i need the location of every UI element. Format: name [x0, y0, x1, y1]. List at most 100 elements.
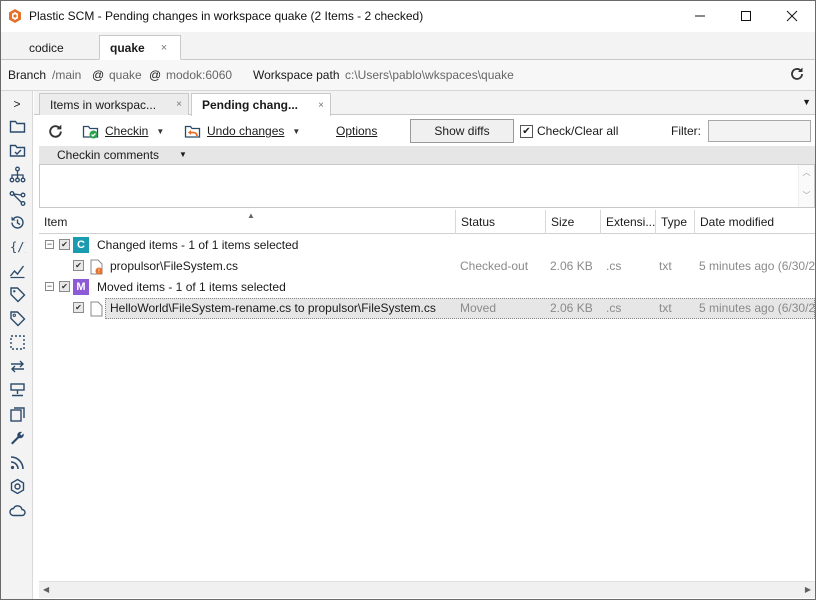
options-button[interactable]: Options [336, 119, 377, 143]
sidebar-item-workspace-explorer[interactable] [7, 116, 27, 136]
options-label: Options [336, 124, 378, 138]
undo-changes-button[interactable]: Undo changes ▼ [184, 119, 300, 143]
sidebar-item-shelves[interactable] [7, 332, 27, 352]
changed-badge-icon: C [73, 237, 89, 253]
sidebar-item-labels[interactable] [7, 284, 27, 304]
workspace-tab-label: quake [110, 40, 145, 55]
collapse-icon[interactable]: − [45, 282, 54, 291]
group-row-moved[interactable]: − ✔ M Moved items - 1 of 1 items selecte… [39, 277, 815, 298]
tag-outline-icon [9, 310, 25, 326]
workspace-tab-quake[interactable]: quake × [99, 35, 181, 60]
sidebar-item-changesets[interactable] [7, 260, 27, 280]
refresh-workspace-button[interactable] [789, 66, 805, 85]
workspace-path-value: c:\Users\pablo\wkspaces\quake [345, 68, 514, 82]
sidebar-item-attributes[interactable] [7, 308, 27, 328]
comments-scrollbar[interactable]: ︿ ﹀ [798, 165, 814, 207]
sidebar-item-cloud[interactable] [7, 500, 27, 520]
group-label: Moved items - 1 of 1 items selected [97, 280, 286, 294]
svg-text:{/}: {/} [10, 240, 26, 254]
check-clear-all-checkbox[interactable]: ✔ [520, 124, 533, 138]
stacked-windows-icon [9, 406, 25, 422]
dotted-box-icon [9, 334, 25, 350]
group-checkbox[interactable]: ✔ [59, 281, 70, 292]
repository-value[interactable]: quake [109, 68, 142, 82]
scroll-down-icon[interactable]: ﹀ [799, 190, 814, 201]
row-checkbox[interactable]: ✔ [73, 302, 84, 313]
sidebar-item-feeds[interactable] [7, 452, 27, 472]
sidebar-item-history[interactable] [7, 212, 27, 232]
sidebar-item-plastic-hub[interactable] [7, 476, 27, 496]
at-separator: @ [92, 68, 105, 82]
minimize-button[interactable] [677, 1, 723, 31]
workspace-path-label: Workspace path [253, 68, 340, 82]
sidebar-expand-button[interactable]: > [7, 94, 27, 114]
scroll-right-icon[interactable]: ▶ [805, 585, 811, 594]
checkin-comments-header[interactable]: Checkin comments ▼ [39, 146, 815, 164]
sidebar-item-pending-changes[interactable] [7, 140, 27, 160]
close-tab-icon[interactable]: × [161, 42, 167, 54]
sidebar-item-branches[interactable] [7, 188, 27, 208]
braces-icon: {/} [10, 240, 26, 254]
wrench-icon [10, 431, 24, 444]
sidebar-item-branch-explorer[interactable] [7, 164, 27, 184]
sidebar-item-code-review[interactable]: {/} [7, 236, 27, 256]
checkin-comments-textarea[interactable]: ︿ ﹀ [39, 164, 815, 208]
table-row[interactable]: ✔ HelloWorld\FileSystem-rename.cs to pro… [39, 298, 815, 319]
check-clear-all-toggle[interactable]: ✔ Check/Clear all [520, 119, 618, 143]
filter-input[interactable] [708, 120, 811, 142]
minimize-icon [695, 15, 705, 17]
close-window-button[interactable] [769, 1, 815, 31]
tab-pending-changes[interactable]: Pending chang... × [191, 93, 331, 116]
column-header-status[interactable]: Status [456, 210, 546, 234]
maximize-button[interactable] [723, 1, 769, 31]
item-size: 2.06 KB [550, 301, 593, 315]
show-diffs-button[interactable]: Show diffs [410, 119, 514, 143]
sidebar-item-repositories[interactable] [7, 380, 27, 400]
column-header-extension[interactable]: Extensi... [601, 210, 656, 234]
sync-arrows-icon [10, 360, 24, 372]
checkin-button[interactable]: Checkin ▼ [82, 119, 164, 143]
item-extension: .cs [606, 259, 622, 273]
checkin-icon [82, 125, 99, 138]
item-status: Checked-out [460, 259, 529, 273]
column-header-type[interactable]: Type [656, 210, 695, 234]
column-header-size[interactable]: Size [546, 210, 601, 234]
left-sidebar: > {/} [1, 91, 33, 599]
undo-changes-label: Undo changes [207, 124, 285, 138]
cloud-icon [8, 504, 26, 516]
folder-icon [9, 120, 25, 133]
column-header-date-modified[interactable]: Date modified [695, 210, 815, 234]
table-row[interactable]: ✔ ! propulsor\FileSystem.cs Checked-out … [39, 256, 815, 277]
item-type: txt [659, 301, 672, 315]
chevron-down-icon[interactable]: ▼ [179, 150, 187, 159]
scroll-up-icon[interactable]: ︿ [799, 167, 814, 178]
row-checkbox[interactable]: ✔ [73, 260, 84, 271]
branches-icon [9, 190, 25, 206]
checked-out-file-icon: ! [90, 259, 103, 275]
item-path: propulsor\FileSystem.cs [110, 259, 239, 273]
close-tab-icon[interactable]: × [176, 99, 182, 110]
sidebar-item-preferences[interactable] [7, 428, 27, 448]
tabs-overflow-menu-icon[interactable]: ▼ [802, 97, 811, 107]
collapse-icon[interactable]: − [45, 240, 54, 249]
scroll-left-icon[interactable]: ◀ [43, 585, 49, 594]
moved-badge-icon: M [73, 279, 89, 295]
tab-label: Items in workspac... [50, 97, 157, 112]
show-diffs-label: Show diffs [434, 124, 490, 138]
sidebar-item-workspaces[interactable] [7, 404, 27, 424]
group-row-changed[interactable]: − ✔ C Changed items - 1 of 1 items selec… [39, 235, 815, 256]
branch-value[interactable]: /main [52, 68, 81, 82]
workspace-tab-codice[interactable]: codice [19, 35, 74, 60]
horizontal-scrollbar[interactable]: ◀ ▶ [39, 581, 815, 598]
server-value[interactable]: modok:6060 [166, 68, 232, 82]
view-tabs: Items in workspac... × Pending chang... … [34, 91, 815, 116]
main-window: Plastic SCM - Pending changes in workspa… [0, 0, 816, 600]
chevron-down-icon[interactable]: ▼ [292, 127, 300, 136]
tab-items-in-workspace[interactable]: Items in workspac... × [39, 93, 189, 115]
close-tab-icon[interactable]: × [318, 100, 324, 111]
refresh-button[interactable] [47, 119, 70, 143]
sidebar-item-sync[interactable] [7, 356, 27, 376]
chevron-down-icon[interactable]: ▼ [156, 127, 164, 136]
column-header-item[interactable]: Item [39, 210, 456, 234]
group-checkbox[interactable]: ✔ [59, 239, 70, 250]
